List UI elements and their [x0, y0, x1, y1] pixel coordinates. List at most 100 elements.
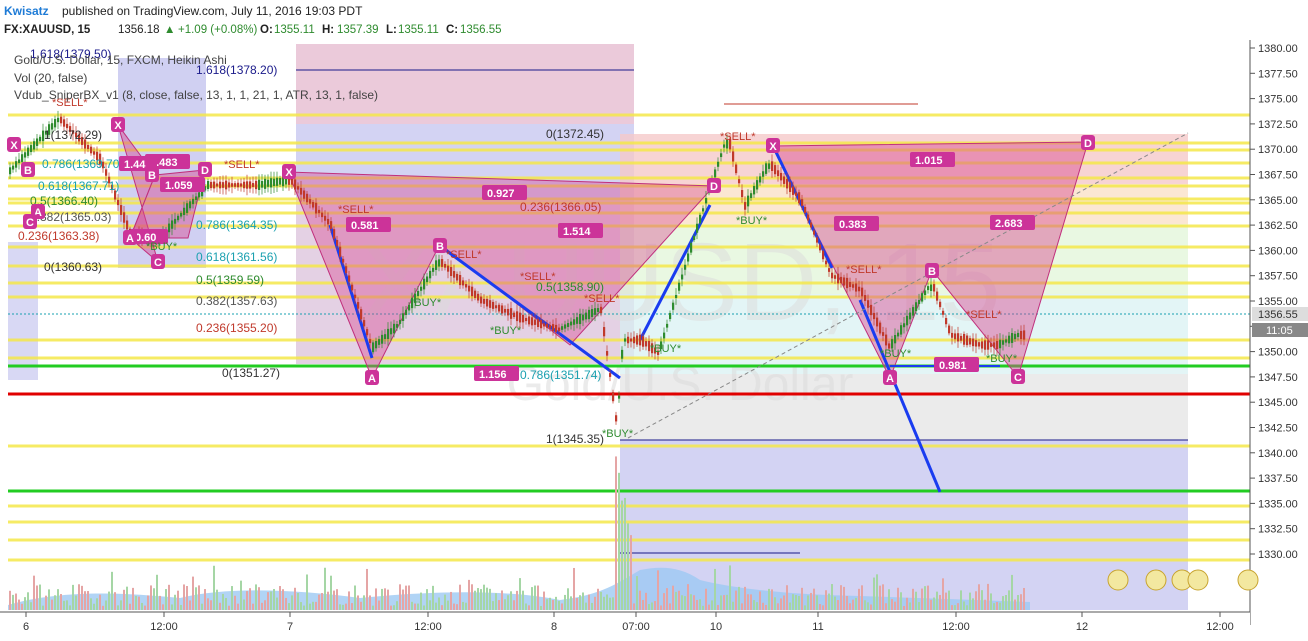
low-label: L: — [386, 24, 397, 36]
svg-text:*BUY*: *BUY* — [986, 353, 1018, 365]
svg-text:D: D — [1084, 138, 1092, 150]
fib-mid-0786: 0.786(1364.35) — [196, 218, 277, 232]
volume-legend[interactable]: Vol (20, false) — [14, 71, 87, 85]
open-label: O: — [260, 24, 273, 36]
svg-text:X: X — [769, 141, 777, 153]
fib-mid-0382: 0.382(1357.63) — [196, 294, 277, 308]
price-tick-label: 1360.00 — [1258, 245, 1298, 257]
price-tick-label: 1357.50 — [1258, 271, 1298, 283]
svg-text:0.383: 0.383 — [839, 219, 867, 231]
svg-text:*BUY*: *BUY* — [650, 343, 682, 355]
svg-text:1.015: 1.015 — [915, 155, 943, 167]
price-tick-label: 1330.00 — [1258, 549, 1298, 561]
svg-text:*BUY*: *BUY* — [490, 325, 522, 337]
fib-right-1: 1(1345.35) — [546, 432, 604, 446]
svg-text:X: X — [114, 120, 122, 132]
price-tick-label: 1377.50 — [1258, 68, 1298, 80]
close-label: C: — [446, 24, 459, 36]
svg-text:1.059: 1.059 — [165, 180, 193, 192]
author-name[interactable]: Kwisatz — [4, 4, 49, 18]
price-tick-label: 1340.00 — [1258, 448, 1298, 460]
fib-left-0786: 0.786(1369.70) — [42, 157, 123, 171]
svg-text:*BUY*: *BUY* — [602, 428, 634, 440]
price-tick-label: 1362.50 — [1258, 220, 1298, 232]
svg-text:*BUY*: *BUY* — [410, 297, 442, 309]
time-tick-label: 12:00 — [1206, 621, 1234, 633]
price-tick-label: 1355.00 — [1258, 296, 1298, 308]
fib-right-0786: 0.786(1351.74) — [520, 368, 601, 382]
fib-mid-0618: 0.618(1361.56) — [196, 250, 277, 264]
svg-text:B: B — [928, 266, 936, 278]
up-arrow-icon: ▲ — [164, 24, 176, 36]
publish-info: published on TradingView.com, July 11, 2… — [62, 4, 363, 18]
svg-text:*BUY*: *BUY* — [146, 241, 178, 253]
svg-text:C: C — [1014, 372, 1022, 384]
svg-text:*SELL*: *SELL* — [720, 131, 756, 143]
high-label: H: — [322, 24, 335, 36]
svg-text:A: A — [368, 373, 376, 385]
svg-text:D: D — [710, 181, 718, 193]
close-value: 1356.55 — [460, 24, 502, 36]
svg-text:1.156: 1.156 — [479, 369, 507, 381]
fib-right-0236: 0.236(1366.05) — [520, 200, 601, 214]
svg-text:C: C — [154, 257, 162, 269]
symbol-label[interactable]: FX:XAUUSD, 15 — [4, 24, 90, 36]
price-tick-label: 1337.50 — [1258, 473, 1298, 485]
time-tick-label: 12:00 — [414, 621, 442, 633]
low-value: 1355.11 — [398, 24, 439, 36]
svg-text:0.927: 0.927 — [487, 188, 515, 200]
fib-left-0: 0(1360.63) — [44, 260, 102, 274]
time-tick-label: 07:00 — [622, 621, 650, 633]
svg-text:X: X — [285, 167, 293, 179]
svg-text:0.981: 0.981 — [939, 360, 967, 372]
price-tick-label: 1380.00 — [1258, 43, 1298, 55]
svg-text:B: B — [148, 170, 156, 182]
time-tick-label: 12:00 — [942, 621, 970, 633]
svg-text:*SELL*: *SELL* — [966, 309, 1002, 321]
price-tick-label: 1345.00 — [1258, 397, 1298, 409]
high-value: 1357.39 — [337, 24, 379, 36]
svg-text:X: X — [10, 140, 18, 152]
fib-mid-05: 0.5(1359.59) — [196, 273, 264, 287]
price-axis-ticks: 1380.00 1377.50 1375.00 1372.50 1370.00 1367.… — [1250, 43, 1298, 561]
fib-right-0: 0(1372.45) — [546, 127, 604, 141]
time-tick-label: 12 — [1076, 621, 1088, 633]
svg-text:*SELL*: *SELL* — [584, 293, 620, 305]
open-value: 1355.11 — [274, 24, 315, 36]
svg-text:*SELL*: *SELL* — [520, 271, 556, 283]
svg-text:B: B — [436, 241, 444, 253]
svg-text:2.683: 2.683 — [995, 218, 1023, 230]
time-tick-label: 7 — [287, 621, 293, 633]
time-tick-label: 12:00 — [150, 621, 178, 633]
svg-text:*SELL*: *SELL* — [338, 204, 374, 216]
price-chart[interactable]: XAUUSD, 15 Gold/U.S. Dollar 1.618(1379.5… — [0, 40, 1308, 641]
fib-left-0618: 0.618(1367.71) — [38, 179, 119, 193]
fib-left-1: 1(1372.29) — [44, 128, 102, 142]
time-tick-label: 8 — [551, 621, 557, 633]
time-tick-label: 6 — [23, 621, 29, 633]
price-tick-label: 1335.00 — [1258, 498, 1298, 510]
price-tick-label: 1342.50 — [1258, 423, 1298, 435]
fib-mid-0: 0(1351.27) — [222, 366, 280, 380]
svg-text:1.514: 1.514 — [563, 226, 591, 238]
svg-text:C: C — [26, 217, 34, 229]
price-change: +1.09 (+0.08%) — [178, 24, 258, 36]
series-legend[interactable]: Gold/U.S. Dollar, 15, FXCM, Heikin Ashi — [14, 53, 227, 67]
fib-labels-mid: 1.618(1378.20) 0.786(1364.35) 0.618(1361… — [196, 63, 280, 380]
price-tick-label: 1347.50 — [1258, 372, 1298, 384]
publish-header: Kwisatz published on TradingView.com, Ju… — [0, 0, 1308, 22]
price-tick-label: 1372.50 — [1258, 119, 1298, 131]
time-tick-label: 10 — [710, 621, 722, 633]
price-tick-label: 1365.00 — [1258, 195, 1298, 207]
indicator-legend[interactable]: Vdub_SniperBX_v1 (8, close, false, 13, 1… — [14, 88, 378, 102]
svg-text:*BUY*: *BUY* — [736, 215, 768, 227]
last-price: 1356.18 — [118, 24, 160, 36]
svg-text:*BUY*: *BUY* — [880, 348, 912, 360]
svg-text:A: A — [126, 233, 134, 245]
price-tick-label: 1370.00 — [1258, 144, 1298, 156]
price-tick-label: 1332.50 — [1258, 524, 1298, 536]
fib-left-0236: 0.236(1363.38) — [18, 229, 99, 243]
svg-text:1.44: 1.44 — [124, 159, 146, 171]
svg-text:*SELL*: *SELL* — [446, 249, 482, 261]
time-tick-label: 11 — [812, 621, 823, 633]
